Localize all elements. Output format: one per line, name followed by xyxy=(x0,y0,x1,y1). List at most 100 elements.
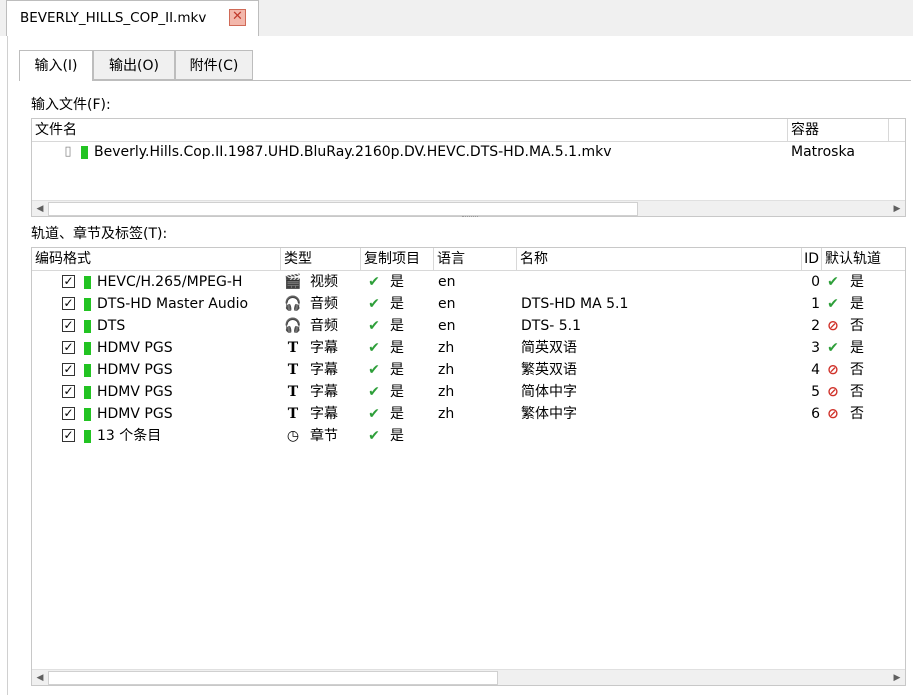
scroll-right-icon[interactable]: ▶ xyxy=(889,201,905,216)
track-type: 字幕 xyxy=(310,362,338,378)
scroll-thumb[interactable] xyxy=(48,202,638,216)
track-codec: DTS-HD Master Audio xyxy=(97,296,249,312)
check-icon: ✔ xyxy=(368,362,380,378)
check-icon: ✔ xyxy=(827,296,839,312)
track-default: 否 xyxy=(850,318,864,334)
column-header-name[interactable]: 名称 xyxy=(517,248,802,270)
tab-attachments[interactable]: 附件(C) xyxy=(175,50,253,80)
check-icon: ✔ xyxy=(368,318,380,334)
track-checkbox[interactable]: ✓ xyxy=(62,363,75,376)
input-files-label: 输入文件(F): xyxy=(31,97,111,113)
scroll-left-icon[interactable]: ◀ xyxy=(32,201,48,216)
track-checkbox[interactable]: ✓ xyxy=(62,385,75,398)
track-default: 否 xyxy=(850,384,864,400)
track-default: 是 xyxy=(850,274,864,290)
status-indicator xyxy=(84,276,91,289)
track-name: 简体中字 xyxy=(521,384,577,400)
track-codec: HDMV PGS xyxy=(97,384,173,400)
column-header-default[interactable]: 默认轨道 xyxy=(822,248,905,270)
track-language: zh xyxy=(438,384,455,400)
tracks-table[interactable]: 编码格式 类型 复制项目 语言 名称 ID 默认轨道 ✓ HEVC/H.265/M… xyxy=(31,247,906,686)
tab-input[interactable]: 输入(I) xyxy=(19,50,93,81)
column-header-spacer xyxy=(889,119,905,141)
subtitle-icon: T xyxy=(287,406,299,422)
document-tab[interactable]: BEVERLY_HILLS_COP_II.mkv ✕ xyxy=(6,0,259,36)
track-checkbox[interactable]: ✓ xyxy=(62,319,75,332)
no-icon: ⊘ xyxy=(827,384,839,400)
status-indicator xyxy=(81,146,88,159)
status-indicator xyxy=(84,342,91,355)
file-icon: ▯ xyxy=(64,144,72,159)
document-tab-title: BEVERLY_HILLS_COP_II.mkv xyxy=(20,10,207,26)
track-language: en xyxy=(438,296,456,312)
column-header-type[interactable]: 类型 xyxy=(281,248,361,270)
track-type: 字幕 xyxy=(310,340,338,356)
track-language: zh xyxy=(438,406,455,422)
column-header-language[interactable]: 语言 xyxy=(434,248,517,270)
file-container: Matroska xyxy=(791,144,855,160)
track-language: en xyxy=(438,274,456,290)
track-checkbox[interactable]: ✓ xyxy=(62,341,75,354)
track-name: 繁体中字 xyxy=(521,406,577,422)
column-header-copy[interactable]: 复制项目 xyxy=(361,248,434,270)
tab-output[interactable]: 输出(O) xyxy=(93,50,175,80)
track-type: 章节 xyxy=(310,428,338,444)
horizontal-scrollbar[interactable]: ◀ ▶ xyxy=(32,200,905,216)
subtitle-icon: T xyxy=(287,340,299,356)
track-language: zh xyxy=(438,362,455,378)
track-checkbox[interactable]: ✓ xyxy=(62,275,75,288)
status-indicator xyxy=(84,408,91,421)
track-type: 字幕 xyxy=(310,406,338,422)
column-header-container[interactable]: 容器 xyxy=(788,119,889,141)
file-name: Beverly.Hills.Cop.II.1987.UHD.BluRay.216… xyxy=(94,144,612,160)
horizontal-scrollbar[interactable]: ◀ ▶ xyxy=(32,669,905,685)
column-header-codec[interactable]: 编码格式 xyxy=(32,248,281,270)
track-codec: HDMV PGS xyxy=(97,362,173,378)
splitter-handle[interactable] xyxy=(462,216,478,220)
track-id: 0 xyxy=(811,274,820,290)
scroll-thumb[interactable] xyxy=(48,671,498,685)
track-copy: 是 xyxy=(390,428,404,444)
scroll-right-icon[interactable]: ▶ xyxy=(889,670,905,685)
track-copy: 是 xyxy=(390,384,404,400)
check-icon: ✔ xyxy=(368,274,380,290)
column-header-filename[interactable]: 文件名 xyxy=(32,119,788,141)
track-copy: 是 xyxy=(390,274,404,290)
no-icon: ⊘ xyxy=(827,362,839,378)
track-id xyxy=(802,425,820,447)
track-copy: 是 xyxy=(390,318,404,334)
status-indicator xyxy=(84,320,91,333)
check-icon: ✔ xyxy=(368,340,380,356)
no-icon: ⊘ xyxy=(827,406,839,422)
track-id: 2 xyxy=(811,318,820,334)
input-files-table[interactable]: 文件名 容器 ▯ Beverly.Hills.Cop.II.1987.UHD.B… xyxy=(31,118,906,217)
clock-icon: ◷ xyxy=(286,428,300,444)
close-icon[interactable]: ✕ xyxy=(229,9,246,26)
scroll-left-icon[interactable]: ◀ xyxy=(32,670,48,685)
track-type: 视频 xyxy=(310,274,338,290)
track-id: 5 xyxy=(811,384,820,400)
status-indicator xyxy=(84,298,91,311)
track-type: 字幕 xyxy=(310,384,338,400)
track-codec: HDMV PGS xyxy=(97,340,173,356)
track-id: 4 xyxy=(811,362,820,378)
track-checkbox[interactable]: ✓ xyxy=(62,429,75,442)
column-header-id[interactable]: ID xyxy=(802,248,822,270)
track-codec: HEVC/H.265/MPEG-H xyxy=(97,274,243,290)
video-icon: 🎬 xyxy=(284,274,302,290)
panel-border xyxy=(7,36,8,695)
no-icon: ⊘ xyxy=(827,318,839,334)
check-icon: ✔ xyxy=(827,340,839,356)
track-checkbox[interactable]: ✓ xyxy=(62,407,75,420)
track-name: DTS-HD MA 5.1 xyxy=(521,296,629,312)
headphones-icon: 🎧 xyxy=(284,296,302,312)
tab-divider xyxy=(93,80,911,81)
track-default: 是 xyxy=(850,296,864,312)
tracks-label: 轨道、章节及标签(T): xyxy=(31,226,168,242)
track-language: zh xyxy=(438,340,455,356)
track-type: 音频 xyxy=(310,318,338,334)
status-indicator xyxy=(84,364,91,377)
track-codec: 13 个条目 xyxy=(97,428,162,444)
track-checkbox[interactable]: ✓ xyxy=(62,297,75,310)
track-default: 否 xyxy=(850,362,864,378)
